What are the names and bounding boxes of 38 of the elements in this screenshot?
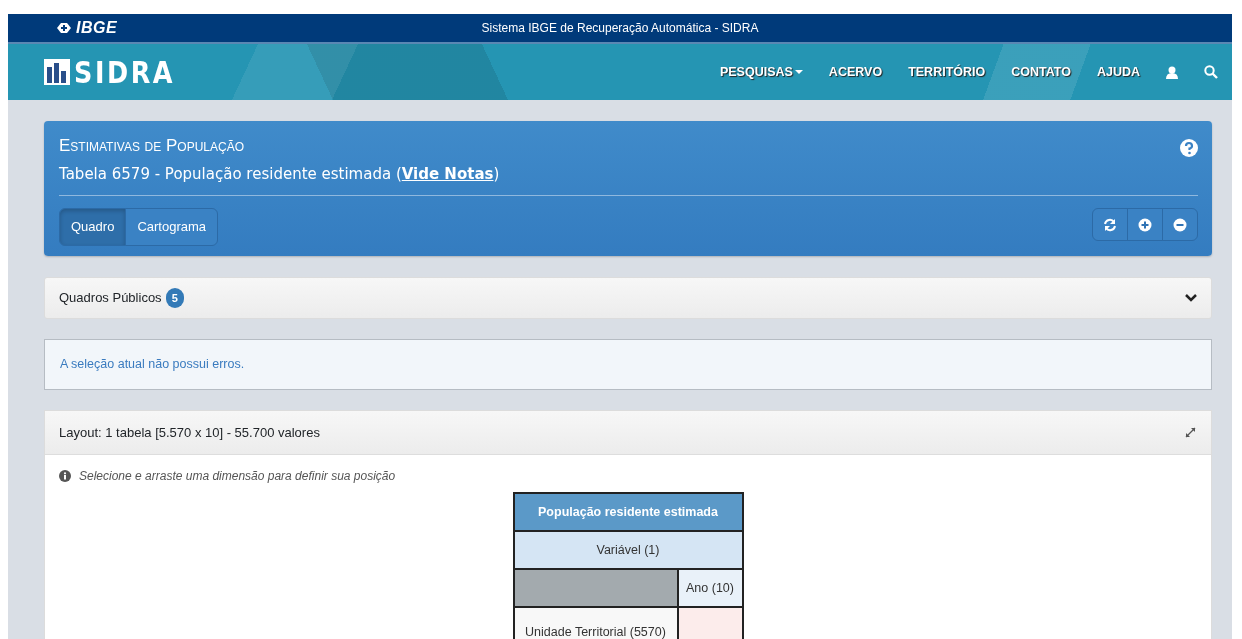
dimension-cell[interactable]: Variável (1) [513, 531, 743, 570]
public-tables-panel[interactable]: Quadros Públicos 5 [44, 276, 1212, 319]
status-message: A seleção atual não possui erros. [44, 339, 1212, 390]
help-icon[interactable] [1180, 139, 1198, 157]
nav-link[interactable]: ACERVO [815, 62, 896, 82]
dimension-cell[interactable]: Unidade Territorial (5570) [513, 607, 678, 639]
search-icon [1204, 65, 1218, 79]
info-icon [59, 470, 71, 483]
layout-heading: Layout: 1 tabela [5.570 x 10] - 55.700 valores [59, 423, 320, 442]
table-subtitle: Tabela 6579 - População residente estimada (Vide Notas) [59, 163, 500, 185]
refresh-button[interactable] [1092, 208, 1128, 241]
notes-link[interactable]: Vide Notas [401, 164, 494, 183]
chart-logo-icon [44, 59, 70, 85]
panel-heading: Quadros Públicos [59, 289, 162, 307]
plus-circle-icon [1138, 217, 1152, 232]
app-logo-text: SIDRA [74, 53, 176, 92]
refresh-icon [1103, 217, 1117, 232]
table-header-cell: População residente estimada [513, 493, 743, 532]
logo-icon [56, 22, 72, 34]
minus-circle-icon [1173, 217, 1187, 232]
expand-icon[interactable] [1184, 426, 1197, 439]
panel-title: Estimativas de População [59, 135, 246, 157]
user-icon [1166, 65, 1178, 79]
dimension-cell[interactable]: Ano (10) [677, 569, 743, 608]
nav-link[interactable]: CONTATO [998, 62, 1084, 82]
zoom-out-button[interactable] [1162, 208, 1198, 241]
view-tab[interactable]: Cartograma [125, 208, 218, 246]
site-title: Sistema IBGE de Recuperação Automática - SIDRA [481, 20, 759, 37]
caret-icon [794, 69, 803, 75]
count-badge: 5 [165, 287, 184, 308]
hint-text: Selecione e arraste uma dimensão para definir sua posição [79, 468, 396, 486]
nav-link[interactable]: TERRITÓRIO [895, 62, 999, 82]
chevron-down-icon[interactable] [1185, 293, 1197, 302]
nav-link[interactable]: AJUDA [1083, 62, 1153, 82]
zoom-in-button[interactable] [1127, 208, 1163, 241]
org-logo-text: IBGE [76, 18, 118, 38]
view-tab[interactable]: Quadro [59, 208, 127, 246]
nav-link[interactable]: PESQUISAS [706, 62, 816, 82]
